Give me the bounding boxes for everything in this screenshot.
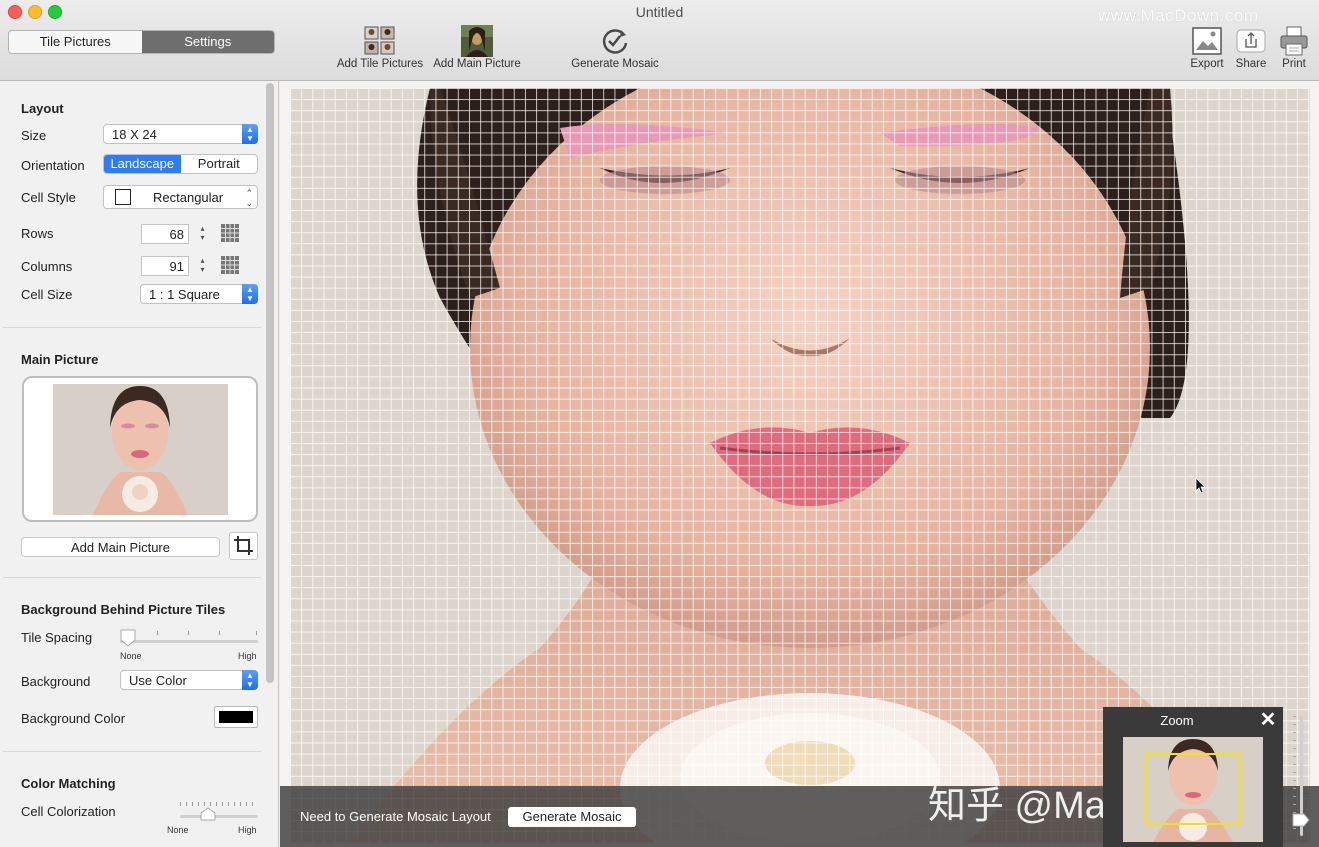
tab-settings[interactable]: Settings: [141, 31, 274, 53]
cell-colorization-min-label: None: [167, 825, 189, 835]
mode-segmented-control[interactable]: Tile Pictures Settings: [8, 30, 275, 54]
background-color-well[interactable]: [214, 706, 258, 728]
printer-icon: [1276, 24, 1312, 58]
columns-field[interactable]: 91: [141, 256, 189, 276]
add-main-picture-button[interactable]: Add Main Picture: [21, 537, 220, 557]
columns-label: Columns: [21, 259, 73, 274]
add-tile-pictures-label: Add Tile Pictures: [336, 58, 424, 70]
export-label: Export: [1190, 58, 1224, 70]
background-popup[interactable]: Use Color ▲ ▼: [120, 670, 258, 690]
crop-icon: [234, 536, 253, 555]
cell-size-label: Cell Size: [21, 287, 73, 302]
slider-knob[interactable]: [1292, 812, 1310, 828]
cell-style-popup[interactable]: Rectangular ⌃ ⌄: [103, 185, 258, 209]
main-picture-thumbnail: [53, 384, 228, 515]
main-picture-heading: Main Picture: [21, 352, 99, 367]
orientation-segmented-control[interactable]: Landscape Portrait: [103, 154, 258, 174]
zoom-panel-title: Zoom: [1160, 713, 1194, 728]
section-divider: [3, 577, 261, 578]
cell-colorization-label: Cell Colorization: [21, 804, 116, 819]
grid-icon: [221, 224, 239, 242]
zoom-preview[interactable]: [1123, 737, 1263, 842]
print-label: Print: [1282, 58, 1306, 70]
share-label: Share: [1235, 58, 1267, 70]
slider-knob[interactable]: [200, 807, 216, 821]
export-button[interactable]: Export: [1186, 24, 1228, 70]
add-main-picture-label: Add Main Picture: [433, 58, 521, 70]
main-picture-well[interactable]: [22, 376, 258, 522]
background-value: Use Color: [129, 673, 187, 688]
rows-stepper[interactable]: ▴ ▾: [197, 224, 208, 244]
background-heading: Background Behind Picture Tiles: [21, 602, 226, 617]
color-matching-heading: Color Matching: [21, 776, 116, 791]
rectangle-cell-icon: [115, 189, 131, 205]
share-icon: [1232, 24, 1270, 58]
tile-pictures-icon: [334, 24, 426, 58]
slider-knob[interactable]: [120, 629, 136, 647]
size-value: 18 X 24: [112, 127, 157, 142]
orientation-label: Orientation: [21, 158, 85, 173]
layout-heading: Layout: [21, 101, 64, 116]
refresh-check-icon: [567, 24, 663, 58]
mouse-cursor-icon: [1195, 477, 1206, 494]
generate-mosaic-button[interactable]: Generate Mosaic: [508, 807, 636, 827]
orientation-portrait[interactable]: Portrait: [181, 155, 258, 173]
rows-label: Rows: [21, 226, 54, 241]
background-color-label: Background Color: [21, 711, 126, 726]
zoom-panel: Zoom ✕: [1103, 707, 1283, 847]
zoom-level-slider[interactable]: [1290, 716, 1312, 846]
size-popup[interactable]: 18 X 24 ▲ ▼: [103, 124, 258, 144]
popup-arrows-icon: ▲ ▼: [242, 670, 258, 690]
chevron-updown-icon: ⌃ ⌄: [245, 188, 253, 208]
cell-colorization-slider[interactable]: [180, 799, 258, 825]
mona-lisa-icon: [431, 24, 523, 58]
cell-size-value: 1 : 1 Square: [149, 287, 220, 302]
status-message: Need to Generate Mosaic Layout: [300, 809, 491, 824]
background-label: Background: [21, 674, 91, 689]
background-color-swatch: [219, 711, 253, 723]
tile-spacing-label: Tile Spacing: [21, 630, 93, 645]
rows-field[interactable]: 68: [141, 224, 189, 244]
generate-mosaic-label: Generate Mosaic: [571, 58, 659, 70]
tab-tile-pictures[interactable]: Tile Pictures: [9, 31, 142, 53]
window-toolbar: Untitled www.MacDown.com Tile Pictures S…: [0, 0, 1319, 81]
cell-style-label: Cell Style: [21, 190, 76, 205]
crop-button[interactable]: [229, 532, 258, 560]
settings-sidebar: Layout Size 18 X 24 ▲ ▼ Orientation Lands…: [0, 81, 279, 847]
mosaic-preview-area: Need to Generate Mosaic Layout Generate …: [280, 81, 1319, 847]
columns-stepper[interactable]: ▴ ▾: [197, 256, 208, 276]
grid-icon: [221, 256, 239, 274]
orientation-landscape[interactable]: Landscape: [104, 155, 181, 173]
section-divider: [3, 751, 261, 752]
generate-mosaic-toolbar-button[interactable]: Generate Mosaic: [567, 24, 663, 70]
print-button[interactable]: Print: [1276, 24, 1312, 70]
export-image-icon: [1186, 24, 1228, 58]
zoom-viewport-frame[interactable]: [1145, 753, 1241, 825]
cell-size-popup[interactable]: 1 : 1 Square ▲ ▼: [140, 284, 258, 304]
add-tile-pictures-button[interactable]: Add Tile Pictures: [334, 24, 426, 70]
sidebar-scrollbar[interactable]: [266, 83, 274, 683]
share-button[interactable]: Share: [1232, 24, 1270, 70]
add-main-picture-button[interactable]: Add Main Picture: [431, 24, 523, 70]
popup-arrows-icon: ▲ ▼: [242, 284, 258, 304]
cell-style-value: Rectangular: [153, 190, 224, 205]
size-label: Size: [21, 128, 47, 143]
tile-spacing-min-label: None: [120, 651, 142, 661]
close-icon[interactable]: ✕: [1258, 709, 1278, 731]
watermark-text: www.MacDown.com: [1098, 6, 1259, 25]
cell-colorization-max-label: High: [238, 825, 257, 835]
popup-arrows-icon: ▲ ▼: [242, 124, 258, 144]
section-divider: [3, 327, 261, 328]
tile-spacing-max-label: High: [238, 651, 257, 661]
